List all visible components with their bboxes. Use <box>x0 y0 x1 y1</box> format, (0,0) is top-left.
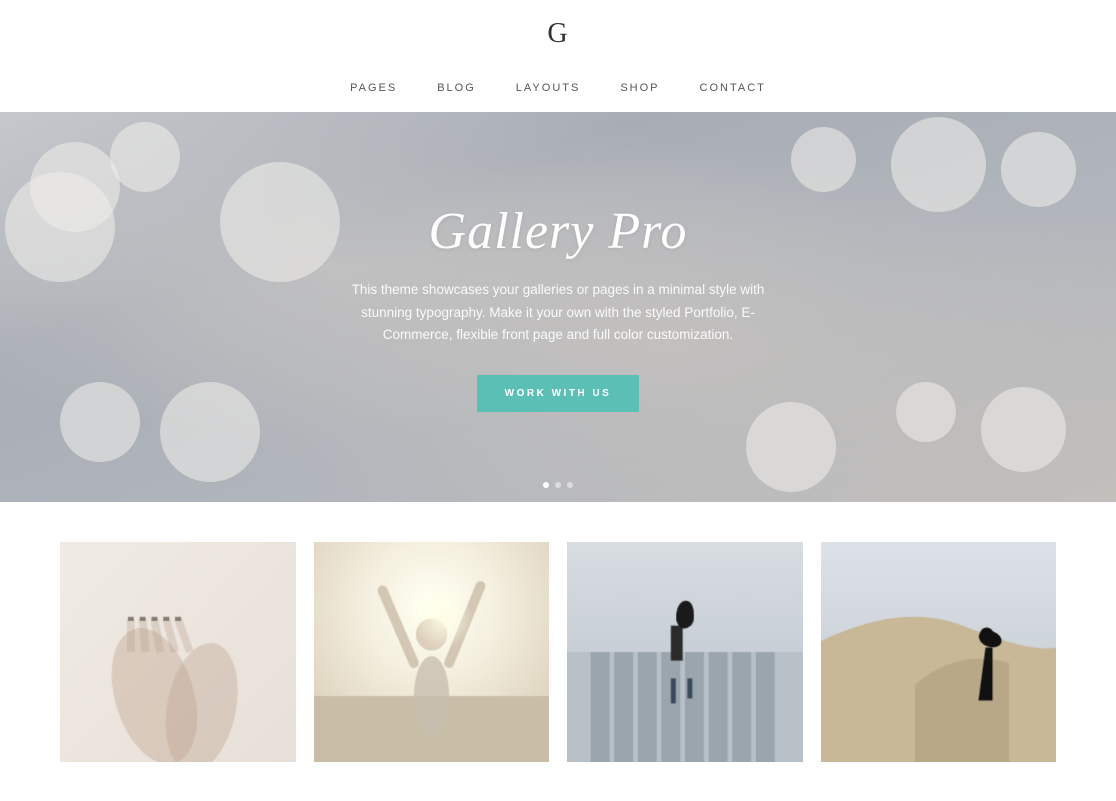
gallery-item[interactable] <box>821 542 1057 762</box>
nav-pages[interactable]: PAGES <box>350 82 397 94</box>
hero-dots <box>543 482 573 488</box>
hero-dot-2[interactable] <box>555 482 561 488</box>
hero-content: Gallery Pro This theme showcases your ga… <box>308 202 808 413</box>
nav-blog[interactable]: BLOG <box>437 82 476 94</box>
gallery-item[interactable] <box>567 542 803 762</box>
hero-title: Gallery Pro <box>328 202 788 261</box>
nav-contact[interactable]: CONTACT <box>700 82 766 94</box>
main-nav: PAGES BLOG LAYOUTS SHOP CONTACT <box>0 68 1116 112</box>
hero-dot-1[interactable] <box>543 482 549 488</box>
balloon-decoration <box>1001 132 1076 207</box>
balloon-decoration <box>60 382 140 462</box>
gallery-grid <box>60 542 1056 762</box>
balloon-decoration <box>110 122 180 192</box>
nav-layouts[interactable]: LAYOUTS <box>516 82 581 94</box>
gallery-item[interactable] <box>314 542 550 762</box>
balloon-decoration <box>981 387 1066 472</box>
site-logo[interactable]: G <box>0 18 1116 50</box>
hero-dot-3[interactable] <box>567 482 573 488</box>
balloon-decoration <box>891 117 986 212</box>
gallery-image-hands <box>60 542 296 762</box>
gallery-image-woman-walking <box>567 542 803 762</box>
gallery-item[interactable] <box>60 542 296 762</box>
nav-shop[interactable]: SHOP <box>620 82 659 94</box>
balloon-decoration <box>896 382 956 442</box>
gallery-image-woman-arms <box>314 542 550 762</box>
hero-cta-button[interactable]: WORK WITH US <box>477 375 640 412</box>
site-header: G PAGES BLOG LAYOUTS SHOP CONTACT <box>0 0 1116 112</box>
balloon-decoration <box>791 127 856 192</box>
balloon-decoration <box>746 402 836 492</box>
balloon-decoration <box>5 172 115 282</box>
gallery-section <box>0 502 1116 782</box>
hero-description: This theme showcases your galleries or p… <box>328 279 788 348</box>
gallery-image-desert <box>821 542 1057 762</box>
hero-section: Gallery Pro This theme showcases your ga… <box>0 112 1116 502</box>
balloon-decoration <box>160 382 260 482</box>
